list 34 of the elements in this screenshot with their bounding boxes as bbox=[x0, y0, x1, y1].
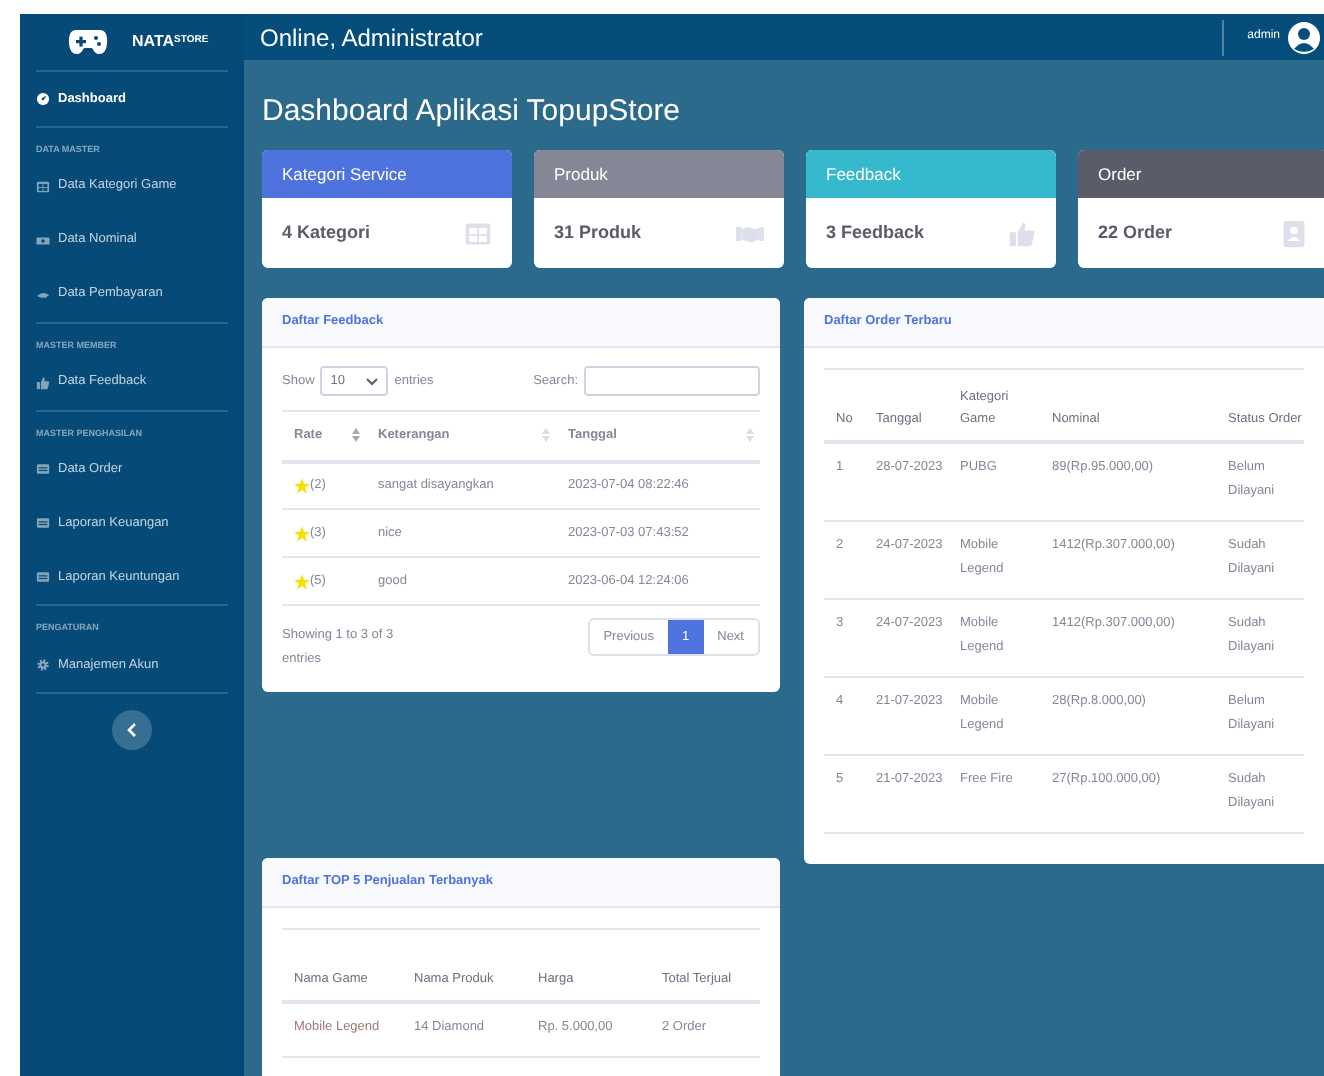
banknote-icon bbox=[36, 233, 50, 248]
stat-card-header: Feedback bbox=[806, 150, 1056, 198]
star-icon bbox=[294, 525, 310, 541]
card-icon bbox=[36, 516, 50, 531]
table-icon bbox=[464, 219, 492, 247]
stat-card-header: Produk bbox=[534, 150, 784, 198]
star-icon bbox=[294, 573, 310, 589]
brand-name: NATA$^{STORE}$ bbox=[132, 30, 209, 54]
card-icon bbox=[36, 570, 50, 585]
thumbs-up-icon bbox=[1008, 219, 1036, 247]
card-icon bbox=[36, 462, 50, 477]
sidebar-toggle-button[interactable] bbox=[112, 710, 152, 750]
sort-icon bbox=[352, 428, 360, 443]
gauge-icon bbox=[36, 92, 50, 106]
contact-card-icon bbox=[1280, 219, 1308, 247]
sort-icon bbox=[746, 428, 754, 443]
stat-value: 22 Order bbox=[1098, 219, 1173, 246]
stat-card-header: Kategori Service bbox=[262, 150, 512, 198]
gear-icon bbox=[36, 658, 50, 672]
stat-value: 4 Kategori bbox=[282, 219, 371, 246]
star-icon bbox=[294, 477, 310, 494]
table-icon bbox=[36, 179, 50, 194]
gamepad-logo-icon bbox=[68, 28, 108, 56]
topbar-title: Online, Administrator bbox=[260, 21, 483, 55]
stat-value: 3 Feedback bbox=[826, 219, 925, 246]
page-title: Dashboard Aplikasi TopupStore bbox=[262, 92, 683, 130]
stat-card-header: Order bbox=[1078, 150, 1324, 198]
search-field[interactable] bbox=[584, 366, 760, 396]
stat-value: 31 Produk bbox=[554, 219, 642, 246]
avatar-icon[interactable] bbox=[1288, 21, 1320, 53]
chevron-down-icon bbox=[366, 377, 379, 385]
chevron-left-icon bbox=[126, 722, 138, 738]
thumbs-up-icon bbox=[36, 375, 50, 389]
sort-icon bbox=[542, 428, 550, 443]
